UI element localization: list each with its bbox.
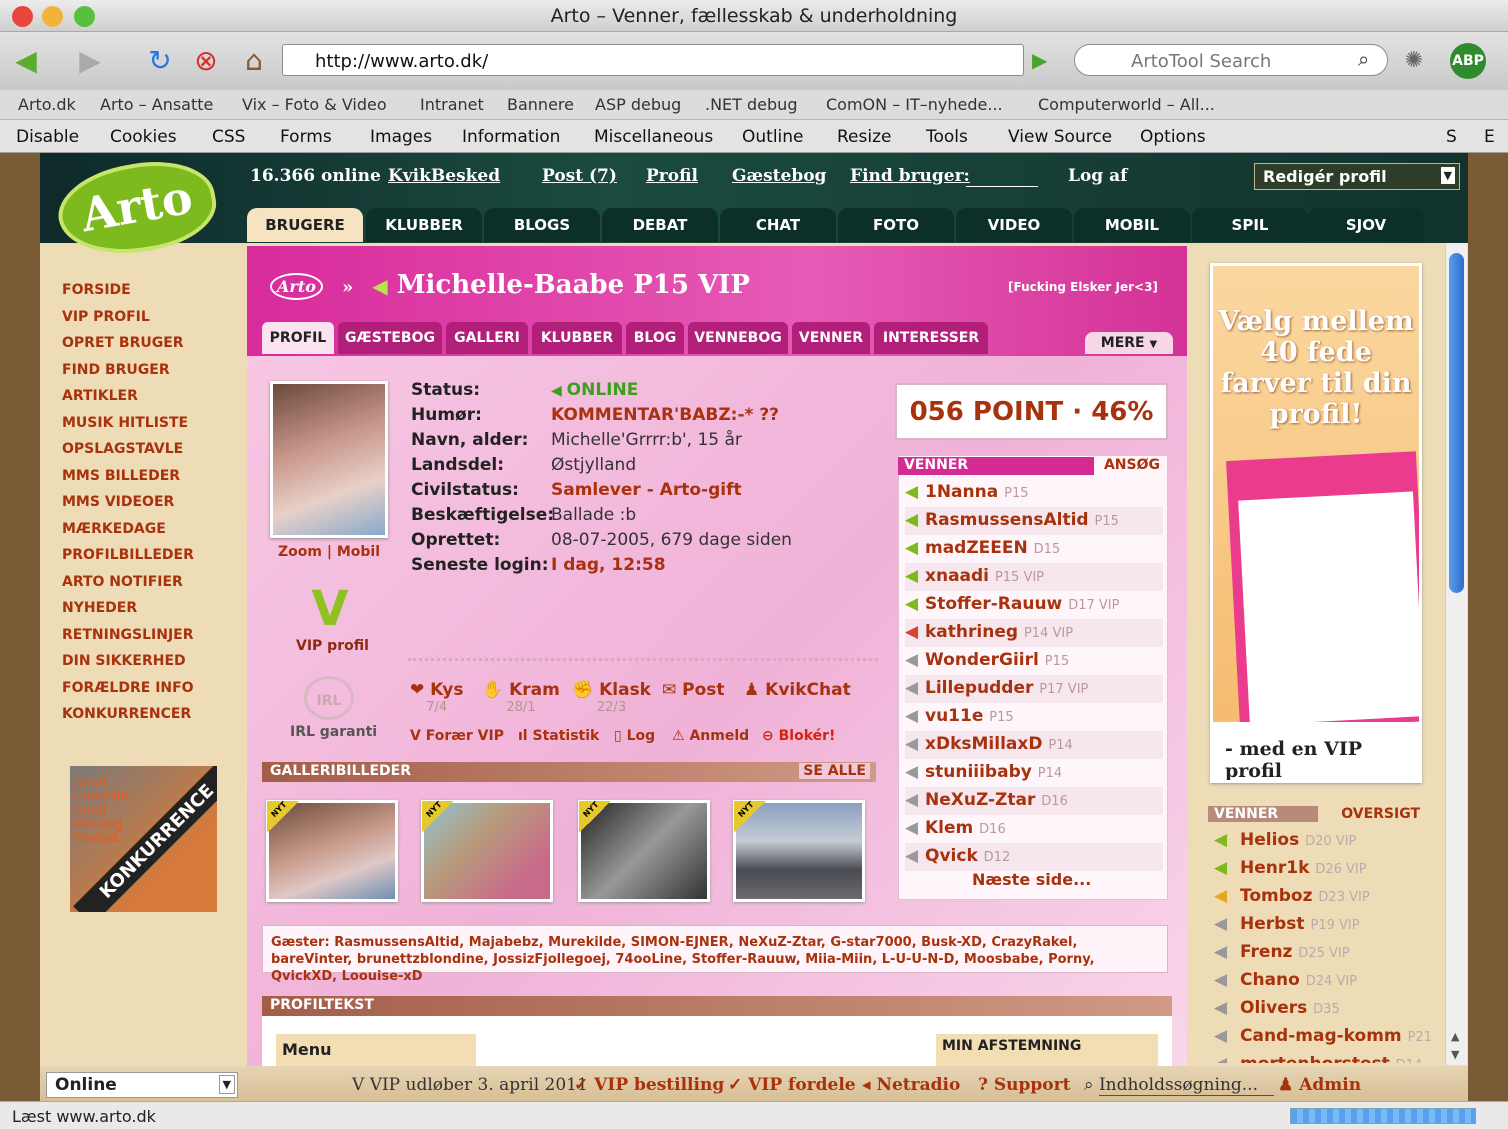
search-icon: ⌕ <box>1084 1075 1099 1095</box>
support-label: Support <box>993 1075 1071 1095</box>
friend-name: Frenz <box>1240 942 1293 962</box>
vip-expiry: V VIP udløber 3. april 2011 <box>352 1075 588 1095</box>
chevron-down-icon: ▼ <box>218 1075 235 1094</box>
loading-progress <box>1290 1108 1476 1124</box>
online-flag-icon: ◀ <box>1214 830 1228 850</box>
friend-info: P19 VIP <box>1310 918 1360 933</box>
admin-link[interactable]: ♟ Admin <box>1278 1075 1361 1095</box>
netradio-label: Netradio <box>876 1075 961 1095</box>
netradio-link[interactable]: ◂ Netradio <box>862 1075 960 1095</box>
friend-info: D35 <box>1313 1002 1340 1017</box>
friend-info: D23 VIP <box>1318 890 1370 905</box>
right-friends-list: ◀ Helios D20 VIP ◀ Henr1k D26 VIP ◀ Tomboz D2… <box>0 0 1440 1066</box>
scroll-down-icon[interactable]: ▼ <box>1451 1048 1459 1061</box>
right-friend-row[interactable]: ◀ Henr1k D26 VIP <box>1214 855 1422 883</box>
right-friend-row[interactable]: ◀ Herbst P19 VIP <box>1214 911 1422 939</box>
online-status-select[interactable]: Online ▼ <box>46 1072 238 1098</box>
speaker-icon: ◂ <box>862 1075 877 1095</box>
friend-name: Helios <box>1240 830 1300 850</box>
adblock-icon[interactable]: ABP <box>1450 43 1486 79</box>
page-scrollbar[interactable]: ▲ ▼ <box>1445 243 1467 1065</box>
right-friend-row[interactable]: ◀ Helios D20 VIP <box>1214 827 1422 855</box>
online-flag-icon: ◀ <box>1214 886 1228 906</box>
scrollbar-thumb[interactable] <box>1449 253 1464 593</box>
right-friend-row[interactable]: ◀ Tomboz D23 VIP <box>1214 883 1422 911</box>
offline-flag-icon: ◀ <box>1214 1051 1240 1063</box>
online-status-label: Online <box>55 1075 117 1095</box>
friend-info: P21 <box>1407 1030 1432 1045</box>
support-link[interactable]: ? Support <box>978 1075 1070 1095</box>
friend-info: D14 <box>1396 1058 1422 1063</box>
vip-expiry-text: VIP udløber 3. april 2011 <box>369 1075 588 1095</box>
right-friend-row[interactable]: ◀mortenhorstest D14 <box>1214 1051 1422 1063</box>
friend-info: D26 VIP <box>1315 862 1367 877</box>
friend-name: Olivers <box>1240 998 1308 1018</box>
offline-flag-icon: ◀ <box>1214 998 1228 1018</box>
offline-flag-icon: ◀ <box>1214 942 1228 962</box>
offline-flag-icon: ◀ <box>1214 970 1228 990</box>
admin-label: Admin <box>1299 1075 1362 1095</box>
status-bar: Læst www.arto.dk <box>0 1101 1508 1129</box>
friend-info: D24 VIP <box>1305 974 1358 989</box>
devbar-item[interactable]: E <box>1484 127 1495 147</box>
user-icon: ♟ <box>1278 1075 1300 1095</box>
help-icon: ? <box>978 1075 994 1095</box>
friend-name: Henr1k <box>1240 858 1310 878</box>
friend-info: D25 VIP <box>1298 946 1350 961</box>
right-friend-row[interactable]: ◀ Cand-mag-komm P21 <box>1214 1023 1432 1051</box>
offline-flag-icon: ◀ <box>1214 914 1228 934</box>
online-flag-icon: ◀ <box>1214 858 1228 878</box>
right-friend-row[interactable]: ◀ Frenz D25 VIP <box>1214 939 1422 967</box>
content-search-input[interactable]: Indholdssøgning... <box>1098 1075 1274 1096</box>
vip-benefits-label: VIP fordele <box>748 1075 856 1095</box>
vip-order-label: VIP bestilling <box>594 1075 725 1095</box>
right-friend-row[interactable]: ◀ Olivers D35 <box>1214 995 1422 1023</box>
offline-flag-icon: ◀ <box>1214 1026 1228 1046</box>
chevron-down-icon: ▼ <box>1440 167 1455 184</box>
friend-name: Herbst <box>1240 914 1305 934</box>
friend-name: mortenhorstest <box>1240 1054 1390 1063</box>
friend-name: Cand-mag-komm <box>1240 1026 1402 1046</box>
devbar-item[interactable]: S <box>1446 127 1457 147</box>
vip-order-link[interactable]: ✓ VIP bestilling <box>574 1075 724 1095</box>
content-search[interactable]: ⌕ Indholdssøgning... <box>1084 1075 1274 1096</box>
right-friend-row[interactable]: ◀ Chano D24 VIP <box>1214 967 1422 995</box>
friend-info: D20 VIP <box>1305 834 1357 849</box>
friend-name: Tomboz <box>1240 886 1313 906</box>
friend-name: Chano <box>1240 970 1300 990</box>
vip-benefits-link[interactable]: ✓ VIP fordele <box>728 1075 856 1095</box>
scroll-up-icon[interactable]: ▲ <box>1451 1030 1459 1043</box>
